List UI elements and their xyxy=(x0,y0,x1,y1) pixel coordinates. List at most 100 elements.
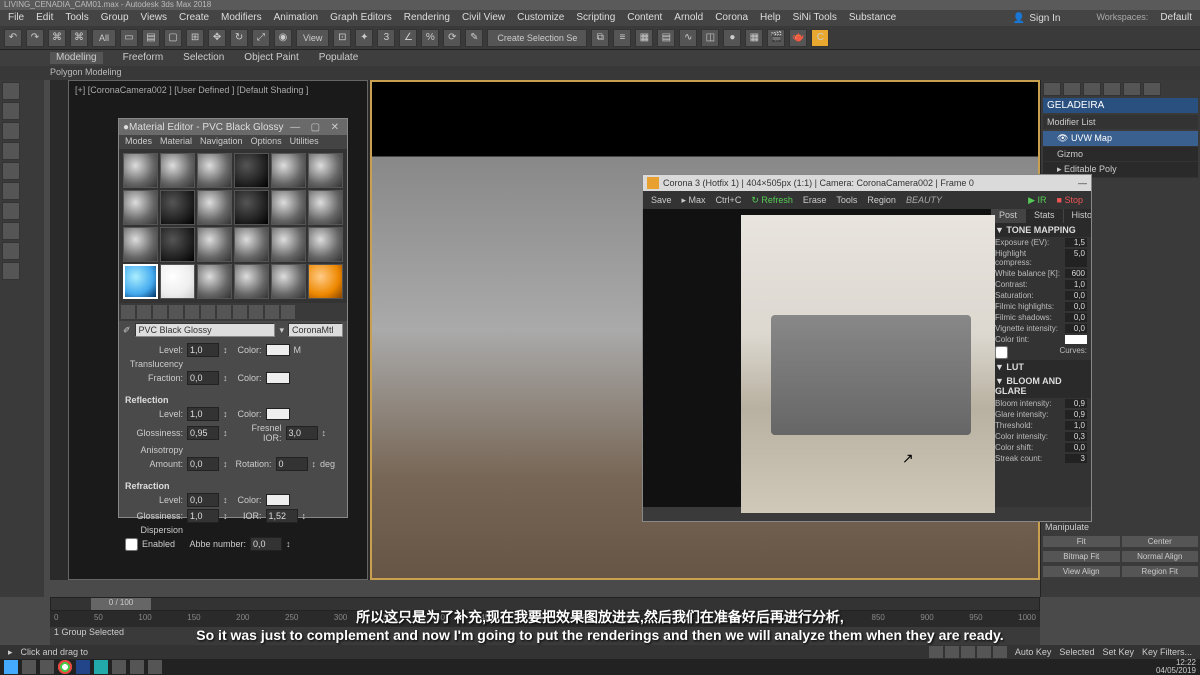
material-editor-button[interactable]: ● xyxy=(723,29,741,47)
corona-titlebar[interactable]: Corona 3 (Hotfix 1) | 404×505px (1:1) | … xyxy=(643,175,1091,191)
corona-stop-button[interactable]: ■ Stop xyxy=(1055,195,1085,205)
render-preview[interactable] xyxy=(643,209,991,507)
bloom-i-spinner[interactable]: 0,9 xyxy=(1065,399,1087,408)
menu-help[interactable]: Help xyxy=(760,12,781,24)
matmenu-navigation[interactable]: Navigation xyxy=(200,136,243,148)
edit-selset-button[interactable]: ✎ xyxy=(465,29,483,47)
material-slot[interactable] xyxy=(271,153,306,188)
material-slot[interactable] xyxy=(197,227,232,262)
time-slider[interactable]: 0 / 100 xyxy=(50,597,1040,611)
refr-gloss-spinner[interactable]: 1,0 xyxy=(187,509,219,523)
mirror-button[interactable]: ⧉ xyxy=(591,29,609,47)
mat-tool-icon[interactable] xyxy=(169,305,183,319)
mat-tool-icon[interactable] xyxy=(121,305,135,319)
material-type-button[interactable]: CoronaMtl xyxy=(288,323,343,337)
exposure-spinner[interactable]: 1,5 xyxy=(1065,238,1087,247)
material-slot[interactable] xyxy=(123,227,158,262)
wb-spinner[interactable]: 600 xyxy=(1065,269,1087,278)
time-ruler[interactable]: 0501001502002503003504004505005506006507… xyxy=(50,611,1040,627)
toggle-button[interactable]: ▤ xyxy=(657,29,675,47)
maximize-button[interactable]: ▢ xyxy=(307,122,324,133)
contrast-spinner[interactable]: 1,0 xyxy=(1065,280,1087,289)
material-slot[interactable] xyxy=(234,264,269,299)
bloom-header[interactable]: ▼ BLOOM AND GLARE xyxy=(991,374,1091,398)
render-frame-button[interactable]: 🎬 xyxy=(767,29,785,47)
object-name-field[interactable]: GELADEIRA xyxy=(1043,98,1198,113)
colint-spinner[interactable]: 0,3 xyxy=(1065,432,1087,441)
corona-region-button[interactable]: Region xyxy=(865,195,898,205)
material-slot[interactable] xyxy=(197,153,232,188)
unlink-button[interactable]: ⌘ xyxy=(70,29,88,47)
render-setup-button[interactable]: ▦ xyxy=(745,29,763,47)
menu-modifiers[interactable]: Modifiers xyxy=(221,12,262,24)
render-button[interactable]: 🫖 xyxy=(789,29,807,47)
material-slot[interactable] xyxy=(123,153,158,188)
workspace-dropdown[interactable]: Default xyxy=(1160,12,1192,24)
menu-create[interactable]: Create xyxy=(179,12,209,24)
lt-teapot-icon[interactable] xyxy=(2,122,20,140)
lut-header[interactable]: ▼ LUT xyxy=(991,360,1091,374)
redo-button[interactable]: ↷ xyxy=(26,29,44,47)
manipulate-button[interactable]: ✦ xyxy=(355,29,373,47)
named-sel-dropdown[interactable]: Create Selection Se xyxy=(487,29,587,47)
colshift-spinner[interactable]: 0,0 xyxy=(1065,443,1087,452)
ribbon-freeform[interactable]: Freeform xyxy=(123,52,164,64)
link-button[interactable]: ⌘ xyxy=(48,29,66,47)
modifier-list-dropdown[interactable]: Modifier List xyxy=(1043,115,1198,129)
menu-customize[interactable]: Customize xyxy=(517,12,564,24)
align-button[interactable]: ≡ xyxy=(613,29,631,47)
task-photoshop-icon[interactable] xyxy=(76,660,90,674)
ribbon-objectpaint[interactable]: Object Paint xyxy=(244,52,298,64)
play-button[interactable] xyxy=(961,646,975,658)
lt-system-icon[interactable] xyxy=(2,242,20,260)
next-frame-button[interactable] xyxy=(977,646,991,658)
material-slot[interactable] xyxy=(308,153,343,188)
colortint-swatch[interactable] xyxy=(1065,335,1087,344)
filmic-h-spinner[interactable]: 0,0 xyxy=(1065,302,1087,311)
menu-tools[interactable]: Tools xyxy=(65,12,88,24)
lt-box-icon[interactable] xyxy=(2,82,20,100)
pivot-button[interactable]: ⊡ xyxy=(333,29,351,47)
glare-i-spinner[interactable]: 0,9 xyxy=(1065,410,1087,419)
diffuse-color-swatch[interactable] xyxy=(266,344,290,356)
menu-file[interactable]: File xyxy=(8,12,24,24)
streak-spinner[interactable]: 3 xyxy=(1065,454,1087,463)
translucency-color-swatch[interactable] xyxy=(266,372,290,384)
schematic-button[interactable]: ◫ xyxy=(701,29,719,47)
motion-tab-icon[interactable] xyxy=(1103,82,1121,96)
mat-tool-icon[interactable] xyxy=(249,305,263,319)
create-tab-icon[interactable] xyxy=(1043,82,1061,96)
material-slot[interactable] xyxy=(160,264,195,299)
material-slot[interactable] xyxy=(271,190,306,225)
abbe-spinner[interactable]: 0,0 xyxy=(250,537,282,551)
corona-erase-button[interactable]: Erase xyxy=(801,195,829,205)
menu-civilview[interactable]: Civil View xyxy=(462,12,505,24)
lt-light-icon[interactable] xyxy=(2,142,20,160)
highlight-spinner[interactable]: 5,0 xyxy=(1065,249,1087,267)
goto-end-button[interactable] xyxy=(993,646,1007,658)
menu-grapheditors[interactable]: Graph Editors xyxy=(330,12,392,24)
select-rect-button[interactable]: ▢ xyxy=(164,29,182,47)
mat-tool-icon[interactable] xyxy=(201,305,215,319)
curve-editor-button[interactable]: ∿ xyxy=(679,29,697,47)
signin-area[interactable]: 👤 Sign In xyxy=(1013,12,1065,24)
viewport-label[interactable]: [+] [CoronaCamera002 ] [User Defined ] [… xyxy=(75,85,308,95)
aniso-rotation-spinner[interactable]: 0 xyxy=(276,457,308,471)
material-name-input[interactable]: PVC Black Glossy xyxy=(135,323,276,337)
vignette-spinner[interactable]: 0,0 xyxy=(1065,324,1087,333)
threshold-spinner[interactable]: 1,0 xyxy=(1065,421,1087,430)
material-slot[interactable] xyxy=(160,227,195,262)
saturation-spinner[interactable]: 0,0 xyxy=(1065,291,1087,300)
mat-tool-icon[interactable] xyxy=(281,305,295,319)
refl-ior-spinner[interactable]: 3,0 xyxy=(286,426,318,440)
refl-color-swatch[interactable] xyxy=(266,408,290,420)
move-button[interactable]: ✥ xyxy=(208,29,226,47)
menu-group[interactable]: Group xyxy=(101,12,129,24)
menu-rendering[interactable]: Rendering xyxy=(404,12,450,24)
mat-tool-icon[interactable] xyxy=(153,305,167,319)
filmic-s-spinner[interactable]: 0,0 xyxy=(1065,313,1087,322)
center-button[interactable]: Center xyxy=(1122,536,1199,547)
time-slider-handle[interactable]: 0 / 100 xyxy=(91,598,151,610)
layer-button[interactable]: ▦ xyxy=(635,29,653,47)
corona-tab-post[interactable]: Post xyxy=(991,209,1026,223)
